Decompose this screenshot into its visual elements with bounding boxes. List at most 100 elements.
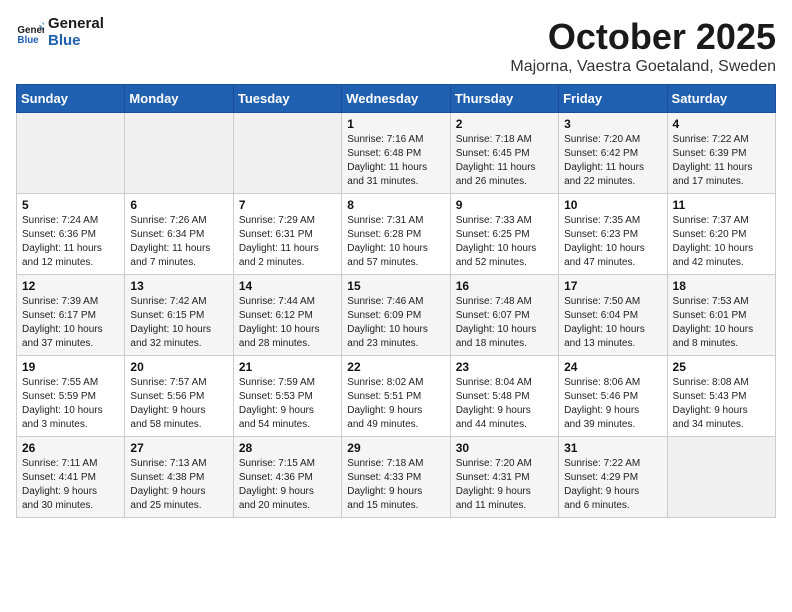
calendar-cell: 27 Sunrise: 7:13 AM Sunset: 4:38 PM Dayli… <box>125 437 233 518</box>
day-info: Sunrise: 7:53 AM Sunset: 6:01 PM Dayligh… <box>673 295 770 351</box>
calendar-title: October 2025 <box>510 16 776 58</box>
calendar-cell: 8 Sunrise: 7:31 AM Sunset: 6:28 PM Daylig… <box>342 194 450 275</box>
calendar-cell: 19Sunrise: 7:55 AM Sunset: 5:59 PM Dayli… <box>17 356 125 437</box>
day-number: 10 <box>564 198 661 212</box>
day-info: Sunrise: 7:24 AM Sunset: 6:36 PM Dayligh… <box>22 214 119 270</box>
day-number: 15 <box>347 279 444 293</box>
day-info: Sunrise: 7:18 AM Sunset: 6:45 PM Dayligh… <box>456 133 553 189</box>
calendar-cell: 14Sunrise: 7:44 AM Sunset: 6:12 PM Dayli… <box>233 275 341 356</box>
day-info: Sunrise: 7:18 AM Sunset: 4:33 PM Dayligh… <box>347 457 444 513</box>
calendar-week-row: 19Sunrise: 7:55 AM Sunset: 5:59 PM Dayli… <box>17 356 776 437</box>
day-number: 12 <box>22 279 119 293</box>
day-info: Sunrise: 7:33 AM Sunset: 6:25 PM Dayligh… <box>456 214 553 270</box>
day-info: Sunrise: 7:57 AM Sunset: 5:56 PM Dayligh… <box>130 376 227 432</box>
calendar-header-row: SundayMondayTuesdayWednesdayThursdayFrid… <box>17 85 776 113</box>
header-wednesday: Wednesday <box>342 85 450 113</box>
logo-icon: General Blue <box>16 19 44 47</box>
logo: General Blue General Blue <box>16 16 104 49</box>
day-info: Sunrise: 7:59 AM Sunset: 5:53 PM Dayligh… <box>239 376 336 432</box>
day-number: 17 <box>564 279 661 293</box>
day-info: Sunrise: 7:20 AM Sunset: 6:42 PM Dayligh… <box>564 133 661 189</box>
day-info: Sunrise: 7:46 AM Sunset: 6:09 PM Dayligh… <box>347 295 444 351</box>
day-number: 6 <box>130 198 227 212</box>
calendar-cell <box>17 113 125 194</box>
calendar-cell: 25 Sunrise: 8:08 AM Sunset: 5:43 PM Dayli… <box>667 356 775 437</box>
calendar-cell <box>233 113 341 194</box>
day-info: Sunrise: 7:26 AM Sunset: 6:34 PM Dayligh… <box>130 214 227 270</box>
day-info: Sunrise: 7:39 AM Sunset: 6:17 PM Dayligh… <box>22 295 119 351</box>
header-tuesday: Tuesday <box>233 85 341 113</box>
day-info: Sunrise: 7:13 AM Sunset: 4:38 PM Dayligh… <box>130 457 227 513</box>
calendar-cell: 9 Sunrise: 7:33 AM Sunset: 6:25 PM Daylig… <box>450 194 558 275</box>
day-number: 26 <box>22 441 119 455</box>
calendar-cell: 12 Sunrise: 7:39 AM Sunset: 6:17 PM Dayli… <box>17 275 125 356</box>
day-number: 11 <box>673 198 770 212</box>
day-info: Sunrise: 7:35 AM Sunset: 6:23 PM Dayligh… <box>564 214 661 270</box>
calendar-cell: 16 Sunrise: 7:48 AM Sunset: 6:07 PM Dayli… <box>450 275 558 356</box>
day-number: 30 <box>456 441 553 455</box>
calendar-cell <box>667 437 775 518</box>
calendar-cell: 1 Sunrise: 7:16 AM Sunset: 6:48 PM Daylig… <box>342 113 450 194</box>
day-number: 18 <box>673 279 770 293</box>
calendar-cell: 6 Sunrise: 7:26 AM Sunset: 6:34 PM Daylig… <box>125 194 233 275</box>
day-number: 3 <box>564 117 661 131</box>
calendar-cell: 29 Sunrise: 7:18 AM Sunset: 4:33 PM Dayli… <box>342 437 450 518</box>
day-number: 25 <box>673 360 770 374</box>
calendar-cell: 23 Sunrise: 8:04 AM Sunset: 5:48 PM Dayli… <box>450 356 558 437</box>
day-number: 21 <box>239 360 336 374</box>
calendar-cell: 26 Sunrise: 7:11 AM Sunset: 4:41 PM Dayli… <box>17 437 125 518</box>
header-friday: Friday <box>559 85 667 113</box>
day-info: Sunrise: 8:08 AM Sunset: 5:43 PM Dayligh… <box>673 376 770 432</box>
calendar-cell: 30 Sunrise: 7:20 AM Sunset: 4:31 PM Dayli… <box>450 437 558 518</box>
header-thursday: Thursday <box>450 85 558 113</box>
day-number: 13 <box>130 279 227 293</box>
calendar-week-row: 5Sunrise: 7:24 AM Sunset: 6:36 PM Daylig… <box>17 194 776 275</box>
calendar-cell: 10 Sunrise: 7:35 AM Sunset: 6:23 PM Dayli… <box>559 194 667 275</box>
svg-text:Blue: Blue <box>17 34 39 45</box>
day-info: Sunrise: 7:42 AM Sunset: 6:15 PM Dayligh… <box>130 295 227 351</box>
calendar-week-row: 12 Sunrise: 7:39 AM Sunset: 6:17 PM Dayli… <box>17 275 776 356</box>
day-number: 29 <box>347 441 444 455</box>
day-info: Sunrise: 8:04 AM Sunset: 5:48 PM Dayligh… <box>456 376 553 432</box>
calendar-cell: 15 Sunrise: 7:46 AM Sunset: 6:09 PM Dayli… <box>342 275 450 356</box>
day-number: 9 <box>456 198 553 212</box>
day-info: Sunrise: 7:55 AM Sunset: 5:59 PM Dayligh… <box>22 376 119 432</box>
calendar-cell: 7Sunrise: 7:29 AM Sunset: 6:31 PM Daylig… <box>233 194 341 275</box>
header-saturday: Saturday <box>667 85 775 113</box>
day-info: Sunrise: 7:16 AM Sunset: 6:48 PM Dayligh… <box>347 133 444 189</box>
calendar-table: SundayMondayTuesdayWednesdayThursdayFrid… <box>16 84 776 518</box>
day-info: Sunrise: 7:20 AM Sunset: 4:31 PM Dayligh… <box>456 457 553 513</box>
day-number: 23 <box>456 360 553 374</box>
calendar-cell: 4Sunrise: 7:22 AM Sunset: 6:39 PM Daylig… <box>667 113 775 194</box>
page-header: General Blue General Blue October 2025 M… <box>16 16 776 76</box>
day-info: Sunrise: 7:50 AM Sunset: 6:04 PM Dayligh… <box>564 295 661 351</box>
calendar-week-row: 1 Sunrise: 7:16 AM Sunset: 6:48 PM Daylig… <box>17 113 776 194</box>
calendar-subtitle: Majorna, Vaestra Goetaland, Sweden <box>510 58 776 76</box>
header-monday: Monday <box>125 85 233 113</box>
day-number: 1 <box>347 117 444 131</box>
day-info: Sunrise: 7:15 AM Sunset: 4:36 PM Dayligh… <box>239 457 336 513</box>
day-info: Sunrise: 7:22 AM Sunset: 4:29 PM Dayligh… <box>564 457 661 513</box>
day-info: Sunrise: 7:44 AM Sunset: 6:12 PM Dayligh… <box>239 295 336 351</box>
calendar-week-row: 26 Sunrise: 7:11 AM Sunset: 4:41 PM Dayli… <box>17 437 776 518</box>
day-number: 24 <box>564 360 661 374</box>
day-number: 16 <box>456 279 553 293</box>
day-number: 8 <box>347 198 444 212</box>
day-info: Sunrise: 8:06 AM Sunset: 5:46 PM Dayligh… <box>564 376 661 432</box>
calendar-cell: 22Sunrise: 8:02 AM Sunset: 5:51 PM Dayli… <box>342 356 450 437</box>
calendar-cell: 11Sunrise: 7:37 AM Sunset: 6:20 PM Dayli… <box>667 194 775 275</box>
day-number: 27 <box>130 441 227 455</box>
calendar-cell: 20 Sunrise: 7:57 AM Sunset: 5:56 PM Dayli… <box>125 356 233 437</box>
calendar-cell: 3 Sunrise: 7:20 AM Sunset: 6:42 PM Daylig… <box>559 113 667 194</box>
day-number: 20 <box>130 360 227 374</box>
day-info: Sunrise: 7:31 AM Sunset: 6:28 PM Dayligh… <box>347 214 444 270</box>
calendar-cell: 5Sunrise: 7:24 AM Sunset: 6:36 PM Daylig… <box>17 194 125 275</box>
day-number: 28 <box>239 441 336 455</box>
calendar-cell: 18 Sunrise: 7:53 AM Sunset: 6:01 PM Dayli… <box>667 275 775 356</box>
day-info: Sunrise: 7:11 AM Sunset: 4:41 PM Dayligh… <box>22 457 119 513</box>
calendar-cell: 2Sunrise: 7:18 AM Sunset: 6:45 PM Daylig… <box>450 113 558 194</box>
calendar-cell: 13 Sunrise: 7:42 AM Sunset: 6:15 PM Dayli… <box>125 275 233 356</box>
day-number: 7 <box>239 198 336 212</box>
day-info: Sunrise: 7:48 AM Sunset: 6:07 PM Dayligh… <box>456 295 553 351</box>
day-number: 22 <box>347 360 444 374</box>
